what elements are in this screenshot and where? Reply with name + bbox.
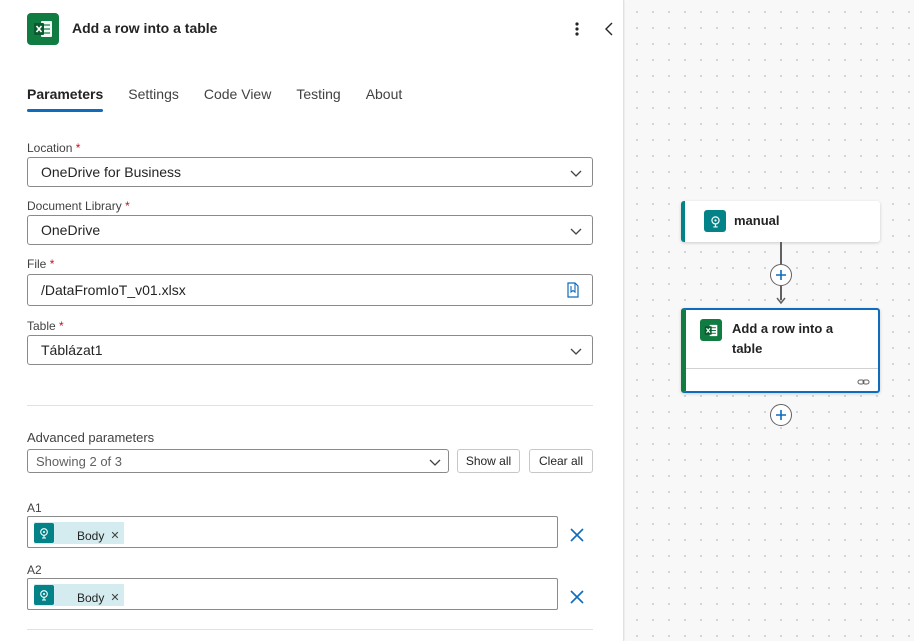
tab-testing[interactable]: Testing: [296, 86, 340, 112]
required-mark: *: [59, 319, 64, 333]
table-label-text: Table: [27, 319, 56, 333]
a2-label: A2: [27, 563, 42, 577]
table-label: Table *: [27, 319, 64, 333]
token-label: Body: [77, 591, 105, 605]
document-library-value: OneDrive: [41, 222, 101, 238]
add-step-icon[interactable]: [770, 404, 792, 426]
node-divider: [686, 368, 878, 369]
dynamic-content-token[interactable]: Body ✕: [34, 522, 124, 544]
chevron-down-icon: [570, 228, 582, 235]
advanced-parameters-value: Showing 2 of 3: [36, 453, 123, 469]
tab-settings[interactable]: Settings: [128, 86, 179, 112]
excel-icon: [700, 319, 722, 341]
remove-token-icon[interactable]: ✕: [110, 529, 119, 542]
manual-trigger-node[interactable]: manual: [681, 201, 880, 242]
flow-canvas[interactable]: manual Add a row into a table: [625, 0, 914, 641]
file-label-text: File: [27, 257, 47, 271]
advanced-parameters-dropdown[interactable]: Showing 2 of 3: [27, 449, 449, 473]
table-dropdown[interactable]: Táblázat1: [27, 335, 593, 365]
action-panel: Add a row into a table Parameters Settin…: [0, 0, 624, 641]
node-title: manual: [734, 213, 780, 228]
location-value: OneDrive for Business: [41, 164, 182, 180]
link-icon: [857, 379, 870, 385]
section-divider: [27, 405, 593, 406]
file-picker-icon[interactable]: [566, 282, 580, 298]
tab-code-view[interactable]: Code View: [204, 86, 271, 112]
file-input[interactable]: /DataFromIoT_v01.xlsx: [27, 274, 593, 306]
arrow-down-icon: [776, 297, 786, 305]
trigger-icon: [34, 585, 54, 605]
advanced-parameters-label: Advanced parameters: [27, 430, 155, 445]
token-label: Body: [77, 529, 105, 543]
tab-bar: Parameters Settings Code View Testing Ab…: [27, 86, 427, 112]
trigger-icon: [34, 523, 54, 543]
collapse-panel-icon[interactable]: [600, 18, 618, 40]
location-label-text: Location: [27, 141, 73, 155]
add-row-action-node[interactable]: Add a row into a table: [681, 308, 880, 393]
panel-header: Add a row into a table: [0, 0, 624, 60]
required-mark: *: [49, 257, 55, 271]
document-library-dropdown[interactable]: OneDrive: [27, 215, 593, 245]
a1-label: A1: [27, 501, 42, 515]
remove-a1-icon[interactable]: [568, 526, 586, 544]
excel-icon: [27, 13, 59, 45]
tab-about[interactable]: About: [366, 86, 403, 112]
tab-parameters[interactable]: Parameters: [27, 86, 104, 112]
page-title: Add a row into a table: [72, 20, 218, 36]
more-options-icon[interactable]: [568, 18, 586, 40]
flow-connector: [780, 242, 782, 264]
remove-token-icon[interactable]: ✕: [110, 591, 119, 604]
node-title-line: Add a row into a: [732, 321, 834, 336]
clear-all-button[interactable]: Clear all: [529, 449, 593, 473]
section-divider: [27, 629, 593, 630]
a1-input[interactable]: Body ✕: [27, 516, 558, 548]
file-label: File *: [27, 257, 54, 271]
required-mark: *: [125, 199, 130, 213]
dynamic-content-token[interactable]: Body ✕: [34, 584, 124, 606]
document-library-label: Document Library *: [27, 199, 130, 213]
file-value: /DataFromIoT_v01.xlsx: [41, 282, 186, 298]
chevron-down-icon: [570, 348, 582, 355]
chevron-down-icon: [429, 459, 441, 466]
table-value: Táblázat1: [41, 342, 103, 358]
document-library-label-text: Document Library: [27, 199, 122, 213]
location-label: Location *: [27, 141, 80, 155]
remove-a2-icon[interactable]: [568, 588, 586, 606]
chevron-down-icon: [570, 170, 582, 177]
node-title-line: table: [732, 341, 763, 356]
a2-input[interactable]: Body ✕: [27, 578, 558, 610]
trigger-icon: [704, 210, 726, 232]
location-dropdown[interactable]: OneDrive for Business: [27, 157, 593, 187]
required-mark: *: [75, 141, 81, 155]
node-title: Add a row into a table: [732, 319, 833, 359]
show-all-button[interactable]: Show all: [457, 449, 520, 473]
add-step-icon[interactable]: [770, 264, 792, 286]
